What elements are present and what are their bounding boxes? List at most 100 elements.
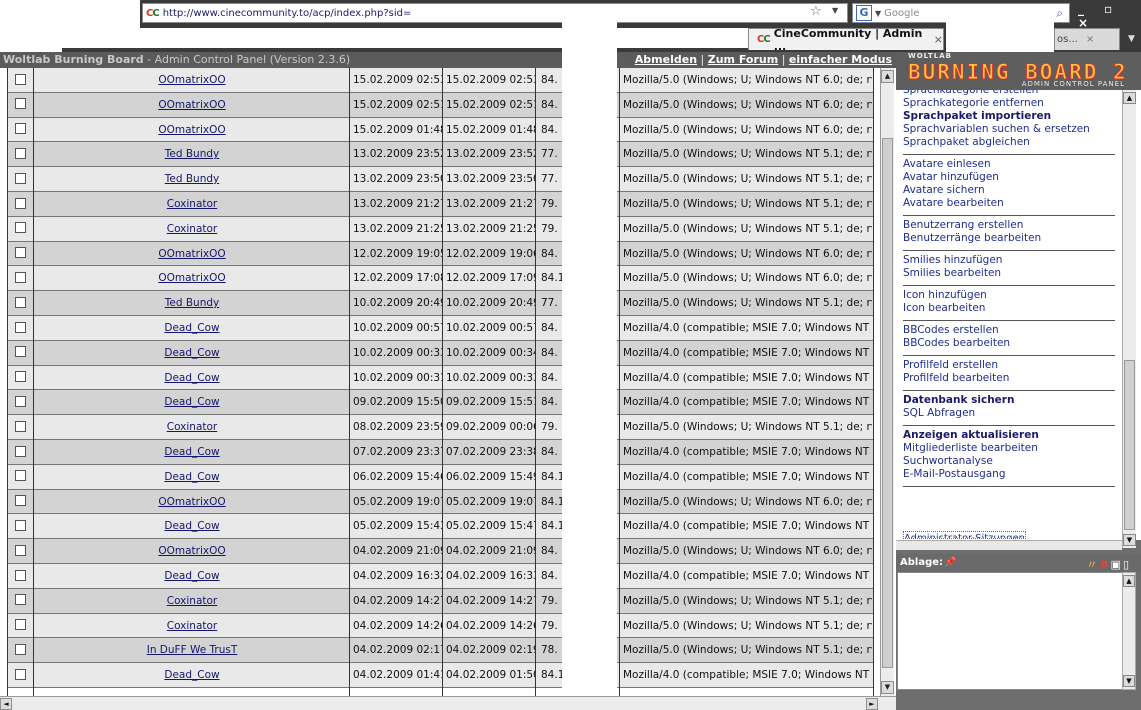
row-checkbox[interactable]	[14, 470, 26, 482]
menu-item[interactable]: Mitgliederliste bearbeiten	[903, 442, 1115, 455]
menu-horizontal-scrollbar[interactable]	[896, 540, 1122, 550]
row-checkbox[interactable]	[14, 296, 26, 308]
row-checkbox[interactable]	[14, 544, 26, 556]
username-link[interactable]: OOmatrixOO	[158, 545, 225, 557]
ablage-scrollbar[interactable]: ▲ ▼	[1122, 572, 1136, 690]
menu-item[interactable]: Benutzerrang erstellen	[903, 219, 1115, 232]
menu-item[interactable]: Sprachpaket abgleichen	[903, 136, 1115, 149]
username-link[interactable]: Dead_Cow	[164, 322, 219, 334]
menu-item[interactable]: E-Mail-Postausgang	[903, 468, 1115, 481]
scroll-thumb[interactable]	[1124, 360, 1135, 530]
row-checkbox[interactable]	[14, 519, 26, 531]
address-bar[interactable]: CC http://www.cinecommunity.to/acp/index…	[142, 3, 848, 23]
row-checkbox[interactable]	[14, 445, 26, 457]
row-checkbox[interactable]	[14, 73, 26, 85]
row-checkbox[interactable]	[14, 271, 26, 283]
menu-item[interactable]: Avatare sichern	[903, 184, 1115, 197]
row-checkbox[interactable]	[14, 123, 26, 135]
chevron-down-icon[interactable]: ▼	[875, 9, 881, 18]
username-link[interactable]: Coxinator	[167, 620, 218, 632]
scroll-up-icon[interactable]: ▲	[1123, 92, 1136, 104]
row-checkbox[interactable]	[14, 569, 26, 581]
row-checkbox[interactable]	[14, 321, 26, 333]
username-link[interactable]: Ted Bundy	[165, 148, 219, 160]
google-icon[interactable]: G	[856, 5, 872, 21]
menu-item[interactable]: Avatare einlesen	[903, 158, 1115, 171]
scroll-thumb[interactable]	[882, 138, 893, 668]
username-link[interactable]: OOmatrixOO	[158, 74, 225, 86]
menu-item[interactable]: BBCodes bearbeiten	[903, 337, 1115, 350]
username-link[interactable]: OOmatrixOO	[158, 248, 225, 260]
horizontal-scrollbar[interactable]: ◄ ►	[0, 696, 896, 710]
username-link[interactable]: Dead_Cow	[164, 446, 219, 458]
username-link[interactable]: In DuFF We TrusT	[147, 644, 238, 656]
username-link[interactable]: Coxinator	[167, 595, 218, 607]
row-checkbox[interactable]	[14, 643, 26, 655]
menu-item[interactable]: Avatar hinzufügen	[903, 171, 1115, 184]
row-checkbox[interactable]	[14, 395, 26, 407]
menu-item[interactable]: Avatare bearbeiten	[903, 197, 1115, 210]
scroll-up-icon[interactable]: ▲	[1123, 575, 1135, 587]
row-checkbox[interactable]	[14, 668, 26, 680]
row-checkbox[interactable]	[14, 495, 26, 507]
simple-mode-link[interactable]: einfacher Modus	[789, 53, 892, 66]
bookmark-icon[interactable]: 〃	[1086, 558, 1099, 571]
username-link[interactable]: OOmatrixOO	[158, 99, 225, 111]
menu-item[interactable]: Suchwortanalyse	[903, 455, 1115, 468]
username-link[interactable]: Dead_Cow	[164, 570, 219, 582]
menu-item[interactable]: Anzeigen aktualisieren	[903, 429, 1115, 442]
username-link[interactable]: Dead_Cow	[164, 347, 219, 359]
menu-item[interactable]: Sprachkategorie erstellen	[903, 90, 1115, 97]
window-controls[interactable]: _ ▫ ×	[1078, 2, 1141, 30]
pin-icon[interactable]: 📌	[944, 557, 956, 568]
logout-link[interactable]: Abmelden	[635, 53, 697, 66]
username-link[interactable]: OOmatrixOO	[158, 124, 225, 136]
row-checkbox[interactable]	[14, 420, 26, 432]
scroll-down-icon[interactable]: ▼	[1123, 675, 1135, 687]
username-link[interactable]: OOmatrixOO	[158, 272, 225, 284]
chevron-down-icon[interactable]: ▼	[832, 6, 838, 15]
scroll-left-icon[interactable]: ◄	[0, 698, 12, 710]
row-checkbox[interactable]	[14, 371, 26, 383]
menu-item[interactable]: Sprachkategorie entfernen	[903, 97, 1115, 110]
menu-item[interactable]: Smilies bearbeiten	[903, 267, 1115, 280]
tab-other[interactable]: os... ×	[1054, 28, 1120, 50]
row-checkbox[interactable]	[14, 147, 26, 159]
menu-item[interactable]: Profilfeld erstellen	[903, 359, 1115, 372]
favorite-star-icon[interactable]: ☆	[810, 4, 822, 19]
username-link[interactable]: Dead_Cow	[164, 471, 219, 483]
row-checkbox[interactable]	[14, 197, 26, 209]
username-link[interactable]: Coxinator	[167, 421, 218, 433]
scroll-down-icon[interactable]: ▼	[881, 681, 894, 694]
row-checkbox[interactable]	[14, 619, 26, 631]
row-checkbox[interactable]	[14, 98, 26, 110]
close-icon[interactable]: ×	[934, 33, 943, 46]
menu-item[interactable]: Icon hinzufügen	[903, 289, 1115, 302]
menu-item[interactable]: SQL Abfragen	[903, 407, 1115, 420]
scroll-up-icon[interactable]: ▲	[881, 70, 894, 83]
username-link[interactable]: Dead_Cow	[164, 372, 219, 384]
row-checkbox[interactable]	[14, 172, 26, 184]
row-checkbox[interactable]	[14, 247, 26, 259]
menu-item[interactable]: BBCodes erstellen	[903, 324, 1115, 337]
save-icon[interactable]: ▣	[1111, 558, 1123, 571]
row-checkbox[interactable]	[14, 222, 26, 234]
username-link[interactable]: Dead_Cow	[164, 396, 219, 408]
username-link[interactable]: Coxinator	[167, 198, 218, 210]
menu-item[interactable]: Smilies hinzufügen	[903, 254, 1115, 267]
window-icon[interactable]: ▯	[1123, 558, 1131, 571]
username-link[interactable]: OOmatrixOO	[158, 496, 225, 508]
username-link[interactable]: Dead_Cow	[164, 669, 219, 681]
tab-list-icon[interactable]: ▼	[1122, 28, 1141, 50]
close-icon[interactable]: ×	[1086, 34, 1094, 45]
row-checkbox[interactable]	[14, 594, 26, 606]
menu-item-admin-sessions[interactable]: Administrator-Sitzungen	[903, 531, 1026, 539]
main-scrollbar[interactable]: ▲ ▼	[880, 68, 894, 696]
username-link[interactable]: Coxinator	[167, 223, 218, 235]
menu-item[interactable]: Sprachpaket importieren	[903, 110, 1115, 123]
username-link[interactable]: Ted Bundy	[165, 173, 219, 185]
ablage-content[interactable]	[897, 572, 1125, 690]
menu-item[interactable]: Datenbank sichern	[903, 394, 1115, 407]
tab-cinecommunity[interactable]: CC CineCommunity | Admin ... ×	[748, 27, 944, 53]
menu-item[interactable]: Profilfeld bearbeiten	[903, 372, 1115, 385]
